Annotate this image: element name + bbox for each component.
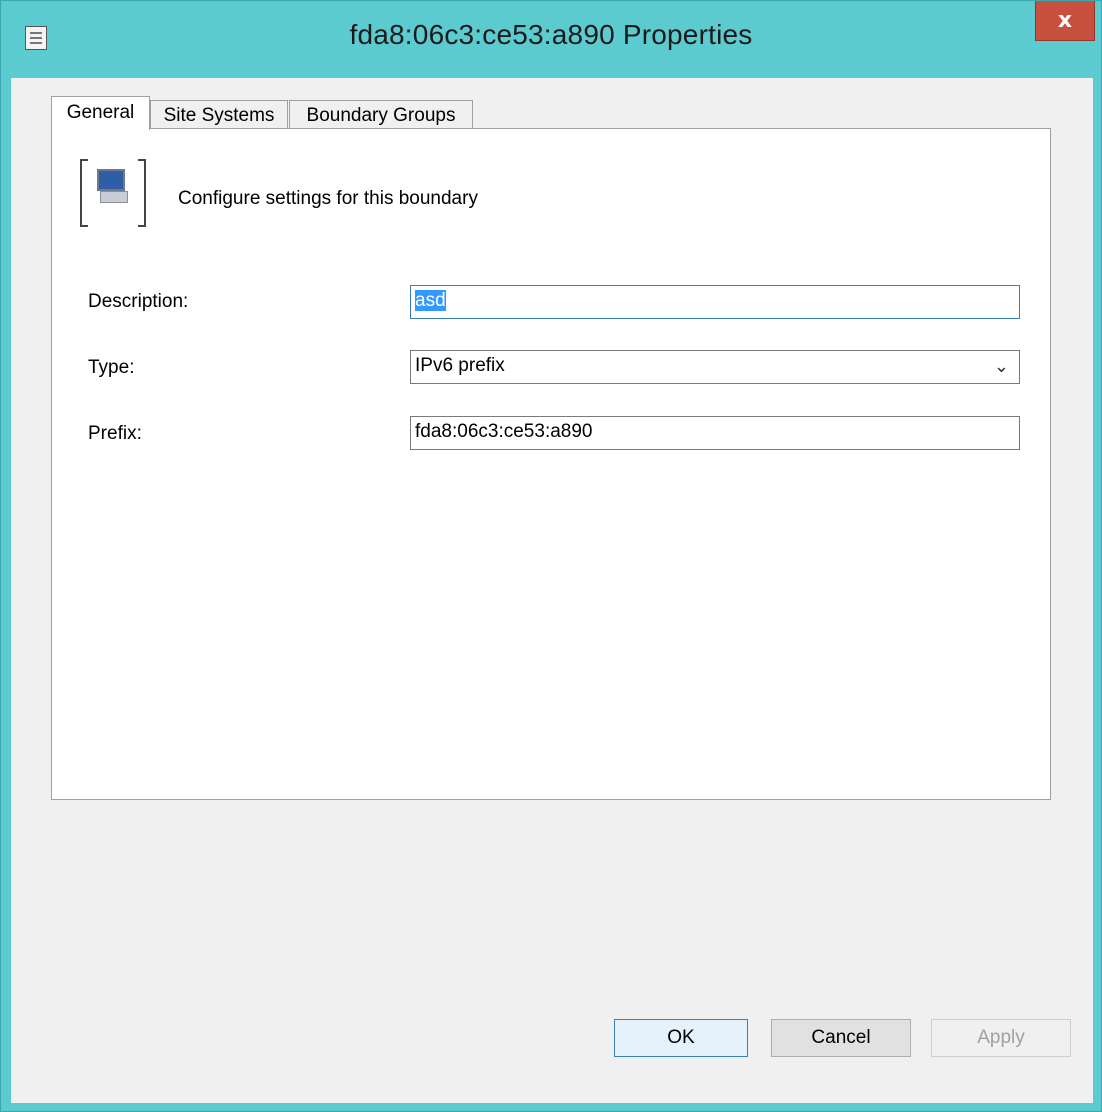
apply-button[interactable]: Apply: [931, 1019, 1071, 1057]
description-label: Description:: [88, 291, 189, 312]
type-dropdown[interactable]: IPv6 prefix ⌄: [410, 350, 1020, 384]
ok-button[interactable]: OK: [614, 1019, 748, 1057]
window-title: fda8:06c3:ce53:a890 Properties: [349, 19, 753, 50]
dialog-client-area: General Site Systems Boundary Groups Con…: [11, 78, 1093, 1103]
type-label: Type:: [88, 357, 135, 378]
properties-dialog: fda8:06c3:ce53:a890 Properties x General…: [0, 0, 1102, 1112]
tab-boundary-groups[interactable]: Boundary Groups: [289, 100, 473, 129]
general-tab-panel: Configure settings for this boundary Des…: [51, 128, 1051, 800]
prefix-label: Prefix:: [88, 423, 142, 444]
chevron-down-icon[interactable]: ⌄: [994, 356, 1009, 377]
panel-header-text: Configure settings for this boundary: [178, 188, 478, 209]
close-button[interactable]: x: [1035, 1, 1095, 41]
computer-boundary-icon: [80, 159, 146, 227]
tab-general[interactable]: General: [51, 96, 150, 130]
prefix-field[interactable]: fda8:06c3:ce53:a890: [410, 416, 1020, 450]
prefix-value: fda8:06c3:ce53:a890: [415, 421, 593, 442]
description-field[interactable]: asd: [410, 285, 1020, 319]
cancel-button[interactable]: Cancel: [771, 1019, 911, 1057]
type-value: IPv6 prefix: [415, 355, 505, 376]
tab-site-systems[interactable]: Site Systems: [150, 100, 288, 129]
title-bar[interactable]: fda8:06c3:ce53:a890 Properties x: [1, 1, 1101, 77]
description-value: asd: [415, 290, 446, 311]
